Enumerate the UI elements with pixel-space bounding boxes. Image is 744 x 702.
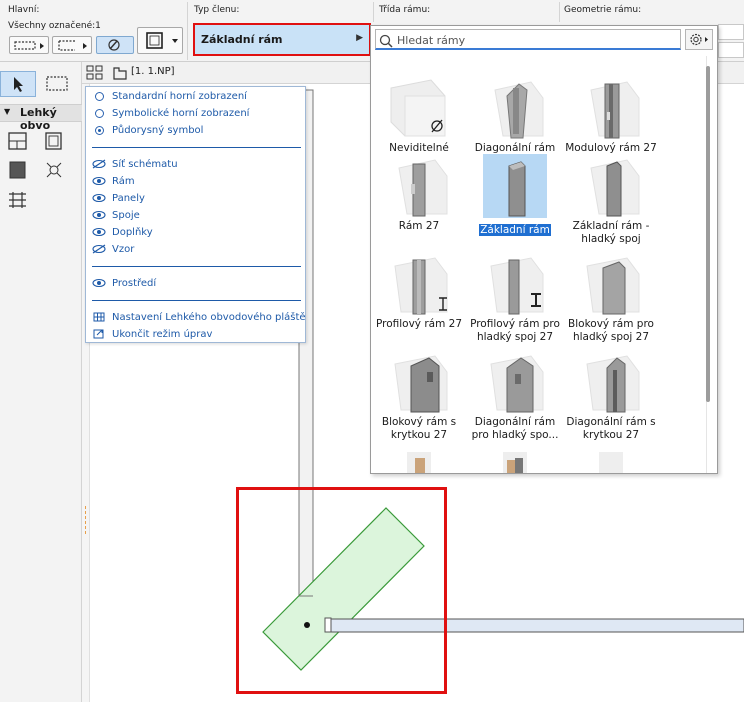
radio-off-icon <box>92 90 106 102</box>
frame-picker-popup: Hledat rámy Neviditelné Diagonální rám 2… <box>370 25 718 474</box>
frame-preview-partial <box>499 450 531 473</box>
frame-item-basic-frame[interactable]: Základní rám <box>467 154 563 237</box>
menu-item-floor-plan-symbol[interactable]: Půdorysný symbol <box>92 122 203 138</box>
frame-preview-image <box>483 154 547 218</box>
frame-preview-image <box>483 252 547 316</box>
frame-preview-image <box>483 350 547 414</box>
search-input[interactable]: Hledat rámy <box>397 34 465 47</box>
menu-item-environment[interactable]: Prostředí <box>92 275 156 291</box>
radio-off-icon <box>92 107 106 119</box>
menu-divider <box>92 266 301 267</box>
eye-icon <box>92 192 106 204</box>
menu-item-frame[interactable]: Rám <box>92 173 135 189</box>
display-options-menu: Standardní horní zobrazení Symbolické ho… <box>85 86 306 343</box>
menu-item-symbolic-top-view[interactable]: Symbolické horní zobrazení <box>92 105 249 121</box>
eye-icon <box>92 175 106 187</box>
highlight-frame <box>236 487 447 694</box>
frame-preview-image <box>579 76 643 140</box>
frame-preview-partial <box>595 450 627 473</box>
frame-preview-image <box>387 252 451 316</box>
frame-item-block-smooth-27[interactable]: Blokový rám pro hladký spoj 27 <box>563 252 659 344</box>
search-field[interactable]: Hledat rámy <box>375 29 681 50</box>
menu-item-curtain-wall-settings[interactable]: Nastavení Lehkého obvodového pláště <box>92 309 306 325</box>
eye-hidden-icon <box>92 243 106 255</box>
eye-hidden-icon <box>92 158 106 170</box>
menu-item-pattern[interactable]: Vzor <box>92 241 134 257</box>
frame-preview-partial <box>403 450 435 473</box>
frame-preview-image <box>387 76 451 140</box>
eye-icon <box>92 226 106 238</box>
gear-icon <box>690 33 708 46</box>
menu-item-exit-edit-mode[interactable]: Ukončit režim úprav <box>92 326 212 342</box>
frame-item-frame-27[interactable]: Rám 27 <box>371 154 467 233</box>
menu-item-scheme-grid[interactable]: Síť schématu <box>92 156 178 172</box>
exit-icon <box>92 328 106 340</box>
menu-divider <box>92 300 301 301</box>
frame-item-diagonal-smooth[interactable]: Diagonální rám pro hladký spo... <box>467 350 563 442</box>
menu-divider <box>92 147 301 148</box>
menu-item-standard-top-view[interactable]: Standardní horní zobrazení <box>92 88 247 104</box>
frame-preview-image <box>387 154 451 218</box>
frame-preview-image <box>579 350 643 414</box>
frame-item-block-cover-27[interactable]: Blokový rám s krytkou 27 <box>371 350 467 442</box>
frame-item-diagonal-cover-27[interactable]: Diagonální rám s krytkou 27 <box>563 350 659 442</box>
menu-item-panels[interactable]: Panely <box>92 190 145 206</box>
eye-icon <box>92 209 106 221</box>
frame-item-profile-27[interactable]: Profilový rám 27 <box>371 252 467 331</box>
scrollbar-thumb[interactable] <box>706 66 710 402</box>
menu-item-accessories[interactable]: Doplňky <box>92 224 153 240</box>
grid-settings-icon <box>92 311 106 323</box>
frame-item-basic-frame-smooth-joint[interactable]: Základní rám - hladký spoj <box>563 154 659 246</box>
frame-item-profile-smooth-27[interactable]: Profilový rám pro hladký spoj 27 <box>467 252 563 344</box>
search-icon <box>379 33 393 52</box>
settings-button[interactable] <box>685 29 713 50</box>
frame-item-modular-27[interactable]: Modulový rám 27 <box>563 76 659 155</box>
frame-preview-image <box>579 252 643 316</box>
frame-item-invisible[interactable]: Neviditelné <box>371 76 467 155</box>
eye-icon <box>92 277 106 289</box>
radio-on-icon <box>92 124 106 136</box>
frame-preview-image <box>387 350 451 414</box>
frame-preview-image <box>579 154 643 218</box>
menu-item-junctions[interactable]: Spoje <box>92 207 140 223</box>
frame-preview-image <box>483 76 547 140</box>
